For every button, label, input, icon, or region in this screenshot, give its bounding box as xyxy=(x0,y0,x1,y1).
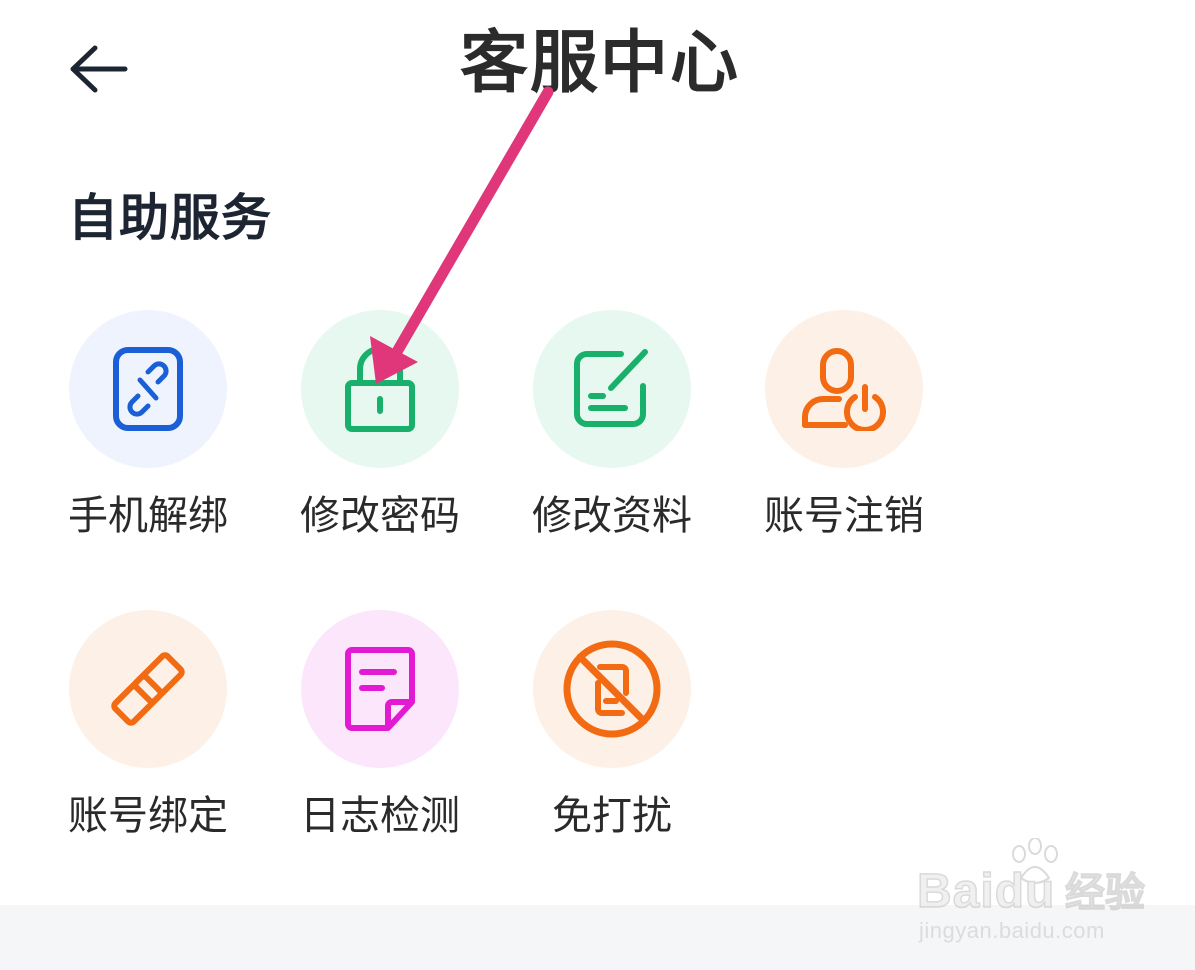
icon-circle xyxy=(69,310,227,468)
lock-icon xyxy=(345,346,415,432)
icon-circle xyxy=(301,610,459,768)
baidu-jingyan-watermark: Baidu 经验 jingyan.baidu.com xyxy=(915,838,1185,948)
phone-unbind-icon xyxy=(113,347,183,431)
icon-circle xyxy=(533,610,691,768)
page-title: 客服中心 xyxy=(459,24,740,103)
account-power-icon xyxy=(802,348,886,431)
service-edit-profile[interactable]: 修改资料 xyxy=(522,310,702,560)
icon-circle xyxy=(69,610,227,768)
edit-profile-icon xyxy=(574,349,648,427)
service-label: 免打扰 xyxy=(552,793,672,839)
header: 客服中心 xyxy=(0,0,1195,130)
service-label: 账号注销 xyxy=(764,493,924,539)
icon-circle xyxy=(765,310,923,468)
log-document-icon xyxy=(345,647,415,731)
service-label: 账号绑定 xyxy=(68,793,228,839)
service-account-bind[interactable]: 账号绑定 xyxy=(58,610,238,860)
do-not-disturb-icon xyxy=(563,640,661,738)
service-change-password[interactable]: 修改密码 xyxy=(290,310,470,560)
back-button[interactable] xyxy=(60,34,136,104)
service-label: 修改资料 xyxy=(532,493,692,539)
service-label: 修改密码 xyxy=(300,493,460,539)
icon-circle xyxy=(301,310,459,468)
back-arrow-icon xyxy=(70,45,128,93)
watermark-url: jingyan.baidu.com xyxy=(919,918,1105,943)
service-phone-unbind[interactable]: 手机解绑 xyxy=(58,310,238,560)
watermark-brand: Baidu xyxy=(916,864,1056,919)
service-log-detection[interactable]: 日志检测 xyxy=(290,610,470,860)
watermark-brand-cn: 经验 xyxy=(1064,869,1145,916)
section-title: 自助服务 xyxy=(68,189,272,247)
service-label: 手机解绑 xyxy=(68,493,228,539)
icon-circle xyxy=(533,310,691,468)
service-label: 日志检测 xyxy=(300,793,460,839)
service-account-cancel[interactable]: 账号注销 xyxy=(754,310,934,560)
service-do-not-disturb[interactable]: 免打扰 xyxy=(522,610,702,860)
link-icon xyxy=(111,652,185,726)
